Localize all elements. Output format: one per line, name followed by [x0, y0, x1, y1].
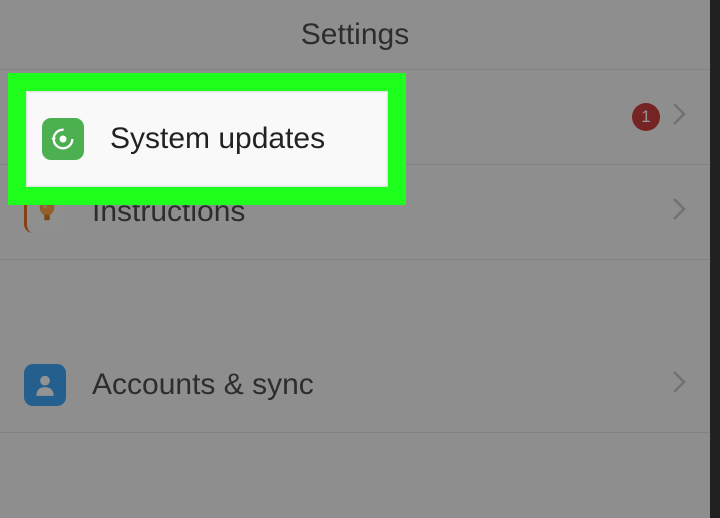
- item-right: 1: [632, 102, 686, 132]
- refresh-icon: [42, 118, 84, 160]
- section-spacer: [0, 260, 710, 338]
- person-icon: [24, 364, 66, 406]
- chevron-right-icon: [672, 102, 686, 132]
- chevron-right-icon: [672, 197, 686, 227]
- item-label: Accounts & sync: [92, 368, 314, 402]
- item-label: System updates: [110, 122, 325, 156]
- list-item-accounts-sync[interactable]: Accounts & sync: [0, 338, 710, 433]
- page-title: Settings: [301, 18, 409, 52]
- header: Settings: [0, 0, 710, 70]
- item-right: [672, 197, 686, 227]
- notification-badge: 1: [632, 103, 660, 131]
- tutorial-highlight: System updates: [8, 73, 406, 205]
- screen-edge: [710, 0, 720, 518]
- item-right: [672, 370, 686, 400]
- highlighted-item[interactable]: System updates: [26, 91, 388, 187]
- chevron-right-icon: [672, 370, 686, 400]
